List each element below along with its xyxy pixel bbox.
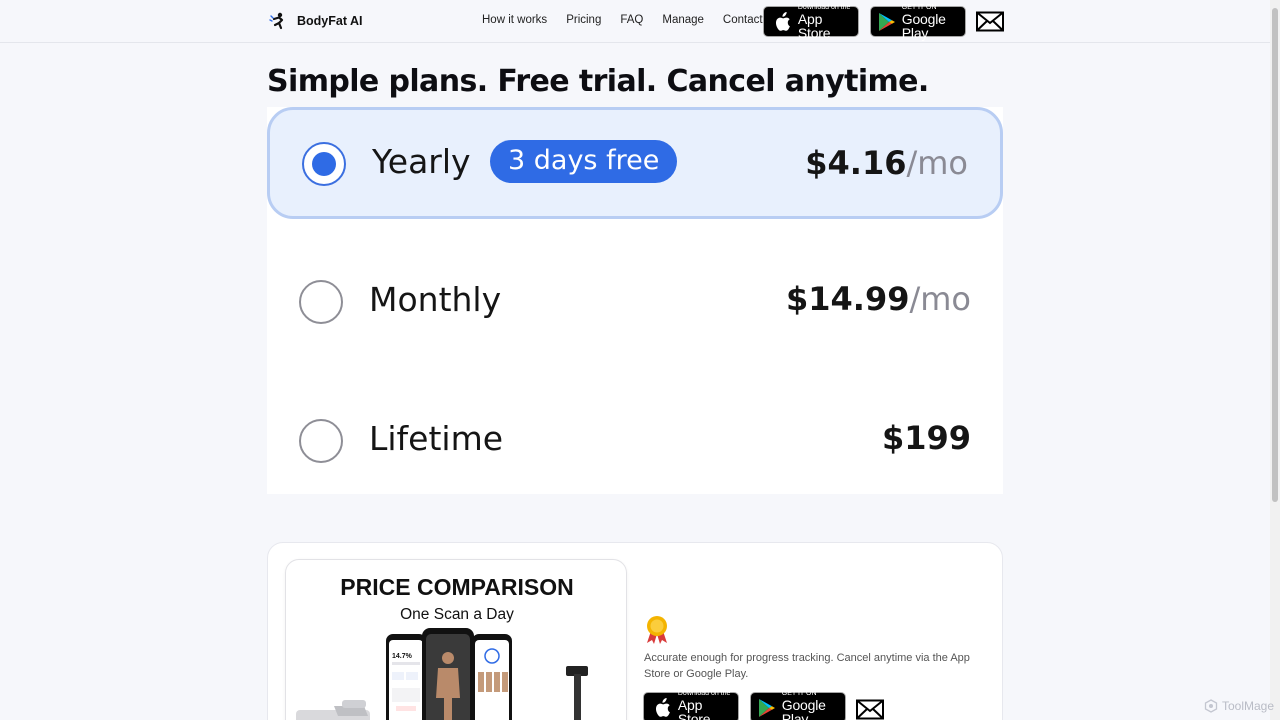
google-play-button[interactable]: GET IT ON Google Play [870,4,966,41]
card-description: Accurate enough for progress tracking. C… [644,652,970,680]
card-google-play-button[interactable]: GET IT ON Google Play [750,690,846,720]
google-play-big-label: Google Play [901,10,946,41]
plan-yearly-unit: /mo [906,144,968,182]
plan-lifetime-name: Lifetime [369,419,504,458]
dexa-scanner-icon [296,700,370,720]
nav-pricing[interactable]: Pricing [566,14,601,26]
price-comparison-image: PRICE COMPARISON One Scan a Day 14.7% [285,559,627,720]
plan-lifetime[interactable]: Lifetime $199 [267,386,1003,498]
nav-how-it-works[interactable]: How it works [482,14,547,26]
smart-scale-icon [566,666,588,720]
watermark-text: ToolMage [1222,699,1275,713]
app-store-button[interactable]: Download on the App Store [763,4,859,41]
card-mail-icon[interactable] [856,699,884,720]
watermark: ToolMage [1204,699,1274,713]
plan-yearly[interactable]: Yearly 3 days free $4.16/mo [267,107,1003,219]
plan-lifetime-radio[interactable] [299,419,343,463]
card-google-play-icon [758,697,777,719]
card-app-store-big-label: App Store [677,696,711,720]
card-apple-icon [651,697,673,719]
comparison-title: PRICE COMPARISON [340,574,574,600]
free-trial-badge: 3 days free [490,140,678,183]
card-google-play-big-label: Google Play [781,696,826,720]
apple-icon [771,11,793,33]
plan-yearly-name: Yearly [372,142,471,181]
info-card: PRICE COMPARISON One Scan a Day 14.7% Ac… [267,542,1003,720]
phones-mockup-icon: 14.7% [386,628,512,720]
brand-home-link[interactable]: BodyFat AI [268,11,363,31]
app-store-big-label: App Store [797,10,831,41]
nav-contact[interactable]: Contact [723,14,763,26]
plan-selector: Yearly 3 days free $4.16/mo Monthly $14.… [267,107,1003,494]
plan-yearly-amount: $4.16 [805,144,907,182]
award-ribbon-icon [647,616,667,644]
contact-mail-icon[interactable] [976,11,1004,36]
nav-links: How it works Pricing FAQ Manage Contact [482,14,782,26]
phone-left-value: 14.7% [392,653,413,660]
plan-yearly-price: $4.16/mo [805,144,968,182]
watermark-logo-icon [1204,699,1218,713]
runner-logo-icon [269,12,284,30]
google-play-icon [878,11,897,33]
plan-monthly-price: $14.99/mo [786,280,971,318]
plan-lifetime-price: $199 [882,419,971,457]
plan-yearly-radio[interactable] [302,142,346,186]
page-headline: Simple plans. Free trial. Cancel anytime… [267,64,929,99]
plan-monthly[interactable]: Monthly $14.99/mo [267,247,1003,359]
plan-monthly-radio[interactable] [299,280,343,324]
comparison-subtitle: One Scan a Day [400,606,514,623]
plan-lifetime-amount: $199 [881,419,971,457]
scrollbar-thumb[interactable] [1272,8,1278,502]
plan-monthly-amount: $14.99 [785,280,910,318]
page-scrollbar[interactable] [1270,0,1280,720]
nav-manage[interactable]: Manage [662,14,704,26]
nav-faq[interactable]: FAQ [620,14,643,26]
brand-name: BodyFat AI [297,14,363,28]
plan-monthly-unit: /mo [909,280,971,318]
plan-monthly-name: Monthly [369,280,502,319]
card-app-store-button[interactable]: Download on the App Store [643,690,739,720]
top-nav: BodyFat AI How it works Pricing FAQ Mana… [0,0,1270,43]
